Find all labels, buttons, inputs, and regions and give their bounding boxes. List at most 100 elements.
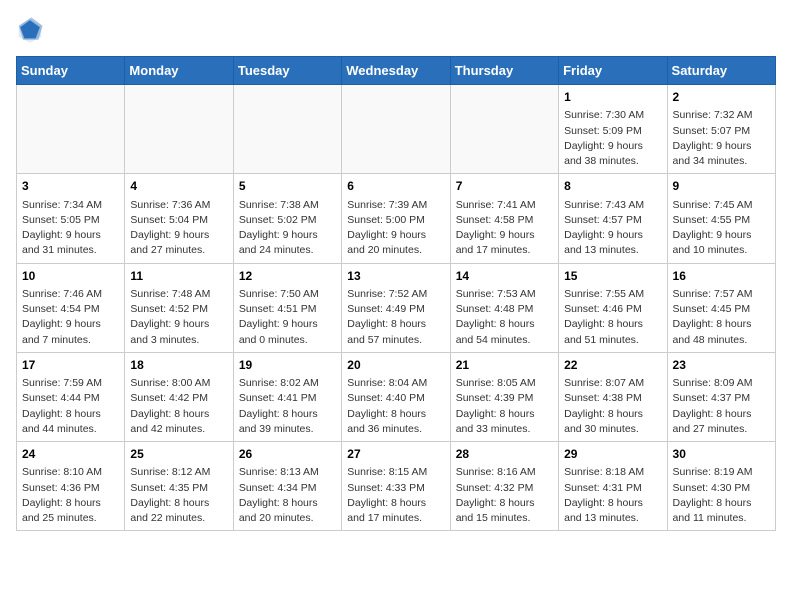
day-number: 29	[564, 446, 661, 463]
day-number: 16	[673, 268, 770, 285]
day-info: Sunrise: 7:39 AM Sunset: 5:00 PM Dayligh…	[347, 198, 444, 259]
calendar-cell: 26Sunrise: 8:13 AM Sunset: 4:34 PM Dayli…	[233, 442, 341, 531]
calendar-cell: 5 Sunrise: 7:38 AM Sunset: 5:02 PM Daylig…	[233, 174, 341, 263]
day-number: 10	[22, 268, 119, 285]
day-number: 19	[239, 357, 336, 374]
day-info: Sunrise: 8:10 AM Sunset: 4:36 PM Dayligh…	[22, 465, 119, 526]
day-info: Sunrise: 7:55 AM Sunset: 4:46 PM Dayligh…	[564, 287, 661, 348]
calendar-cell: 9Sunrise: 7:45 AM Sunset: 4:55 PM Daylig…	[667, 174, 775, 263]
day-info: Sunrise: 7:52 AM Sunset: 4:49 PM Dayligh…	[347, 287, 444, 348]
logo	[16, 16, 48, 44]
column-header-thursday: Thursday	[450, 57, 558, 85]
calendar-week-row: 17 Sunrise: 7:59 AM Sunset: 4:44 PM Dayli…	[17, 352, 776, 441]
day-info: Sunrise: 7:59 AM Sunset: 4:44 PM Dayligh…	[22, 376, 119, 437]
day-number: 26	[239, 446, 336, 463]
day-info: Sunrise: 7:46 AM Sunset: 4:54 PM Dayligh…	[22, 287, 119, 348]
day-info: Sunrise: 8:00 AM Sunset: 4:42 PM Dayligh…	[130, 376, 227, 437]
day-info: Sunrise: 7:50 AM Sunset: 4:51 PM Dayligh…	[239, 287, 336, 348]
calendar-cell: 28Sunrise: 8:16 AM Sunset: 4:32 PM Dayli…	[450, 442, 558, 531]
day-info: Sunrise: 7:43 AM Sunset: 4:57 PM Dayligh…	[564, 198, 661, 259]
day-info: Sunrise: 7:32 AM Sunset: 5:07 PM Dayligh…	[673, 108, 770, 169]
day-number: 3	[22, 178, 119, 195]
day-info: Sunrise: 8:12 AM Sunset: 4:35 PM Dayligh…	[130, 465, 227, 526]
calendar-cell: 12 Sunrise: 7:50 AM Sunset: 4:51 PM Dayli…	[233, 263, 341, 352]
day-info: Sunrise: 7:57 AM Sunset: 4:45 PM Dayligh…	[673, 287, 770, 348]
calendar-cell	[125, 85, 233, 174]
day-info: Sunrise: 8:02 AM Sunset: 4:41 PM Dayligh…	[239, 376, 336, 437]
calendar-cell: 20 Sunrise: 8:04 AM Sunset: 4:40 PM Dayli…	[342, 352, 450, 441]
calendar-cell: 14 Sunrise: 7:53 AM Sunset: 4:48 PM Dayli…	[450, 263, 558, 352]
column-header-tuesday: Tuesday	[233, 57, 341, 85]
calendar-cell: 17 Sunrise: 7:59 AM Sunset: 4:44 PM Dayli…	[17, 352, 125, 441]
column-header-wednesday: Wednesday	[342, 57, 450, 85]
calendar-cell: 27 Sunrise: 8:15 AM Sunset: 4:33 PM Dayli…	[342, 442, 450, 531]
column-header-monday: Monday	[125, 57, 233, 85]
day-number: 13	[347, 268, 444, 285]
column-header-saturday: Saturday	[667, 57, 775, 85]
day-info: Sunrise: 7:34 AM Sunset: 5:05 PM Dayligh…	[22, 198, 119, 259]
calendar-cell: 3 Sunrise: 7:34 AM Sunset: 5:05 PM Daylig…	[17, 174, 125, 263]
day-info: Sunrise: 7:38 AM Sunset: 5:02 PM Dayligh…	[239, 198, 336, 259]
calendar-cell: 4Sunrise: 7:36 AM Sunset: 5:04 PM Daylig…	[125, 174, 233, 263]
calendar-cell	[450, 85, 558, 174]
calendar-cell: 8 Sunrise: 7:43 AM Sunset: 4:57 PM Daylig…	[559, 174, 667, 263]
calendar-cell: 25 Sunrise: 8:12 AM Sunset: 4:35 PM Dayli…	[125, 442, 233, 531]
day-number: 24	[22, 446, 119, 463]
day-info: Sunrise: 7:53 AM Sunset: 4:48 PM Dayligh…	[456, 287, 553, 348]
day-number: 21	[456, 357, 553, 374]
day-number: 8	[564, 178, 661, 195]
calendar-cell: 7Sunrise: 7:41 AM Sunset: 4:58 PM Daylig…	[450, 174, 558, 263]
day-number: 20	[347, 357, 444, 374]
day-number: 25	[130, 446, 227, 463]
day-number: 7	[456, 178, 553, 195]
calendar-cell: 30 Sunrise: 8:19 AM Sunset: 4:30 PM Dayli…	[667, 442, 775, 531]
day-info: Sunrise: 7:30 AM Sunset: 5:09 PM Dayligh…	[564, 108, 661, 169]
day-number: 22	[564, 357, 661, 374]
calendar-table: SundayMondayTuesdayWednesdayThursdayFrid…	[16, 56, 776, 531]
day-number: 5	[239, 178, 336, 195]
column-header-friday: Friday	[559, 57, 667, 85]
calendar-cell: 19 Sunrise: 8:02 AM Sunset: 4:41 PM Dayli…	[233, 352, 341, 441]
page-header	[16, 16, 776, 44]
calendar-cell	[342, 85, 450, 174]
logo-icon	[16, 16, 44, 44]
calendar-week-row: 10 Sunrise: 7:46 AM Sunset: 4:54 PM Dayli…	[17, 263, 776, 352]
calendar-header-row: SundayMondayTuesdayWednesdayThursdayFrid…	[17, 57, 776, 85]
day-number: 23	[673, 357, 770, 374]
day-number: 28	[456, 446, 553, 463]
calendar-cell	[233, 85, 341, 174]
day-number: 4	[130, 178, 227, 195]
calendar-cell	[17, 85, 125, 174]
day-info: Sunrise: 8:15 AM Sunset: 4:33 PM Dayligh…	[347, 465, 444, 526]
calendar-cell: 15Sunrise: 7:55 AM Sunset: 4:46 PM Dayli…	[559, 263, 667, 352]
day-info: Sunrise: 8:07 AM Sunset: 4:38 PM Dayligh…	[564, 376, 661, 437]
calendar-cell: 1 Sunrise: 7:30 AM Sunset: 5:09 PM Daylig…	[559, 85, 667, 174]
day-info: Sunrise: 8:05 AM Sunset: 4:39 PM Dayligh…	[456, 376, 553, 437]
day-number: 27	[347, 446, 444, 463]
calendar-cell: 11Sunrise: 7:48 AM Sunset: 4:52 PM Dayli…	[125, 263, 233, 352]
day-number: 11	[130, 268, 227, 285]
calendar-cell: 18 Sunrise: 8:00 AM Sunset: 4:42 PM Dayli…	[125, 352, 233, 441]
day-info: Sunrise: 8:09 AM Sunset: 4:37 PM Dayligh…	[673, 376, 770, 437]
calendar-week-row: 3 Sunrise: 7:34 AM Sunset: 5:05 PM Daylig…	[17, 174, 776, 263]
day-info: Sunrise: 8:18 AM Sunset: 4:31 PM Dayligh…	[564, 465, 661, 526]
calendar-week-row: 1 Sunrise: 7:30 AM Sunset: 5:09 PM Daylig…	[17, 85, 776, 174]
day-number: 18	[130, 357, 227, 374]
day-number: 17	[22, 357, 119, 374]
calendar-cell: 29 Sunrise: 8:18 AM Sunset: 4:31 PM Dayli…	[559, 442, 667, 531]
day-number: 12	[239, 268, 336, 285]
column-header-sunday: Sunday	[17, 57, 125, 85]
day-info: Sunrise: 8:04 AM Sunset: 4:40 PM Dayligh…	[347, 376, 444, 437]
day-number: 2	[673, 89, 770, 106]
calendar-cell: 2 Sunrise: 7:32 AM Sunset: 5:07 PM Daylig…	[667, 85, 775, 174]
calendar-cell: 22 Sunrise: 8:07 AM Sunset: 4:38 PM Dayli…	[559, 352, 667, 441]
calendar-cell: 16 Sunrise: 7:57 AM Sunset: 4:45 PM Dayli…	[667, 263, 775, 352]
calendar-week-row: 24 Sunrise: 8:10 AM Sunset: 4:36 PM Dayli…	[17, 442, 776, 531]
day-info: Sunrise: 8:19 AM Sunset: 4:30 PM Dayligh…	[673, 465, 770, 526]
day-number: 30	[673, 446, 770, 463]
day-number: 1	[564, 89, 661, 106]
calendar-cell: 10 Sunrise: 7:46 AM Sunset: 4:54 PM Dayli…	[17, 263, 125, 352]
calendar-cell: 13 Sunrise: 7:52 AM Sunset: 4:49 PM Dayli…	[342, 263, 450, 352]
day-number: 9	[673, 178, 770, 195]
day-number: 14	[456, 268, 553, 285]
